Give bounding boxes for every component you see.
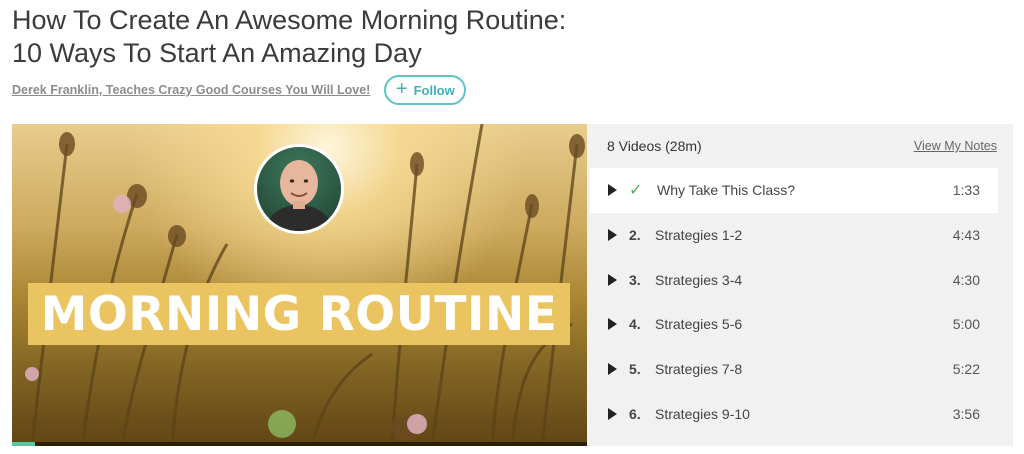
- playlist-item[interactable]: 5. Strategies 7-8 5:22: [590, 347, 998, 392]
- playlist-item[interactable]: 6. Strategies 9-10 3:56: [590, 391, 998, 436]
- play-icon: [608, 184, 617, 197]
- playlist-item[interactable]: ✓ Why Take This Class? 1:33: [590, 168, 998, 213]
- author-link[interactable]: Derek Franklin, Teaches Crazy Good Cours…: [12, 83, 370, 97]
- lesson-title: Strategies 5-6: [655, 316, 743, 333]
- author-row: Derek Franklin, Teaches Crazy Good Cours…: [12, 75, 467, 105]
- lesson-duration: 5:22: [952, 361, 980, 378]
- play-icon: [608, 273, 617, 286]
- plus-icon: +: [395, 78, 408, 100]
- lesson-duration: 3:56: [952, 405, 980, 422]
- video-player[interactable]: MORNING ROUTINE: [12, 124, 587, 446]
- play-icon: [608, 318, 617, 331]
- lesson-duration: 5:00: [952, 316, 980, 333]
- lesson-number: 2.: [629, 227, 641, 244]
- lesson-duration: 1:33: [952, 182, 980, 199]
- video-title-banner: MORNING ROUTINE: [28, 283, 570, 345]
- instructor-avatar: [254, 144, 344, 234]
- play-icon: [608, 407, 617, 420]
- video-banner-text: MORNING ROUTINE: [40, 286, 558, 342]
- video-progress-fill: [12, 442, 35, 446]
- lesson-title: Why Take This Class?: [657, 182, 795, 199]
- lesson-title: Strategies 3-4: [655, 271, 743, 288]
- instructor-photo: [265, 160, 333, 231]
- lesson-title: Strategies 1-2: [655, 227, 743, 244]
- lesson-title: Strategies 7-8: [655, 361, 743, 378]
- class-title-line-2: 10 Ways To Start An Amazing Day: [12, 38, 422, 68]
- lesson-number: 5.: [629, 361, 641, 378]
- video-count: 8 Videos (28m): [607, 138, 702, 154]
- lesson-number: 4.: [629, 316, 641, 333]
- checkmark-icon: ✓: [629, 182, 643, 200]
- lesson-title: Strategies 9-10: [655, 405, 750, 422]
- playlist-header: 8 Videos (28m) View My Notes: [587, 124, 1013, 168]
- class-title: How To Create An Awesome Morning Routine…: [12, 4, 712, 70]
- video-playlist: 8 Videos (28m) View My Notes ✓ Why Take …: [587, 124, 1013, 446]
- playlist-item[interactable]: 2. Strategies 1-2 4:43: [590, 213, 998, 258]
- lesson-duration: 4:43: [952, 227, 980, 244]
- follow-button[interactable]: + Follow: [384, 75, 467, 105]
- follow-label: Follow: [413, 82, 455, 98]
- play-icon: [608, 363, 617, 376]
- playlist-item[interactable]: 3. Strategies 3-4 4:30: [590, 257, 998, 302]
- playlist-item[interactable]: 4. Strategies 5-6 5:00: [590, 302, 998, 347]
- lesson-number: 3.: [629, 271, 641, 288]
- video-progress-bar[interactable]: [12, 442, 587, 446]
- lesson-number: 6.: [629, 405, 641, 422]
- class-title-line-1: How To Create An Awesome Morning Routine…: [12, 5, 567, 35]
- lesson-duration: 4:30: [952, 271, 980, 288]
- play-icon: [608, 229, 617, 242]
- view-notes-link[interactable]: View My Notes: [914, 139, 997, 153]
